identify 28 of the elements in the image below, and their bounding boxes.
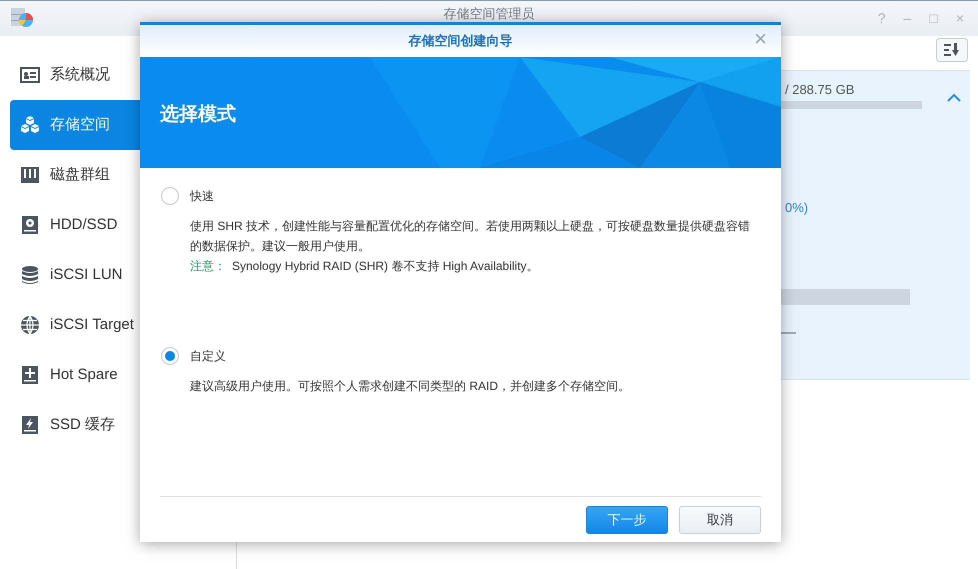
cubes-icon bbox=[20, 115, 40, 135]
id-card-icon bbox=[20, 65, 40, 85]
sort-icon bbox=[944, 43, 960, 57]
drive-bays-icon bbox=[20, 165, 40, 185]
sort-button[interactable] bbox=[936, 38, 968, 62]
database-icon bbox=[20, 265, 40, 285]
option-label: 快速 bbox=[190, 188, 214, 205]
window-title: 存储空间管理员 bbox=[444, 7, 534, 20]
sidebar-item[interactable]: iSCSI Target bbox=[10, 300, 236, 350]
note-text: Synology Hybrid RAID (SHR) 卷不支持 High Availability。 bbox=[232, 258, 539, 275]
globe-icon bbox=[20, 315, 40, 335]
capacity-text: / 288.75 GB bbox=[785, 81, 854, 99]
lightning-icon bbox=[20, 415, 40, 435]
cancel-button[interactable]: 取消 bbox=[679, 506, 761, 534]
radio-button[interactable] bbox=[161, 187, 179, 205]
app-icon bbox=[10, 6, 34, 30]
sidebar-item[interactable]: SSD 缓存 bbox=[10, 400, 236, 450]
option-description: 使用 SHR 技术，创建性能与容量配置优化的存储空间。若使用两颗以上硬盘，可按硬盘数量提供硬盘容错的数据保护。建议一般用户使用。 bbox=[190, 218, 750, 255]
radio-button[interactable] bbox=[161, 347, 179, 365]
note-label: 注意： bbox=[190, 258, 226, 275]
chevron-icon[interactable] bbox=[947, 93, 961, 102]
option-label: 自定义 bbox=[190, 348, 226, 365]
dialog-title: 存储空间创建向导 bbox=[408, 32, 512, 50]
plus-icon bbox=[20, 365, 40, 385]
percent-text: 0%) bbox=[785, 199, 808, 217]
dialog-heading: 选择模式 bbox=[160, 103, 236, 127]
sidebar-item[interactable]: 系统概况 bbox=[10, 50, 236, 100]
option-description: 建议高级用户使用。可按照个人需求创建不同类型的 RAID，并创建多个存储空间。 bbox=[190, 378, 632, 395]
